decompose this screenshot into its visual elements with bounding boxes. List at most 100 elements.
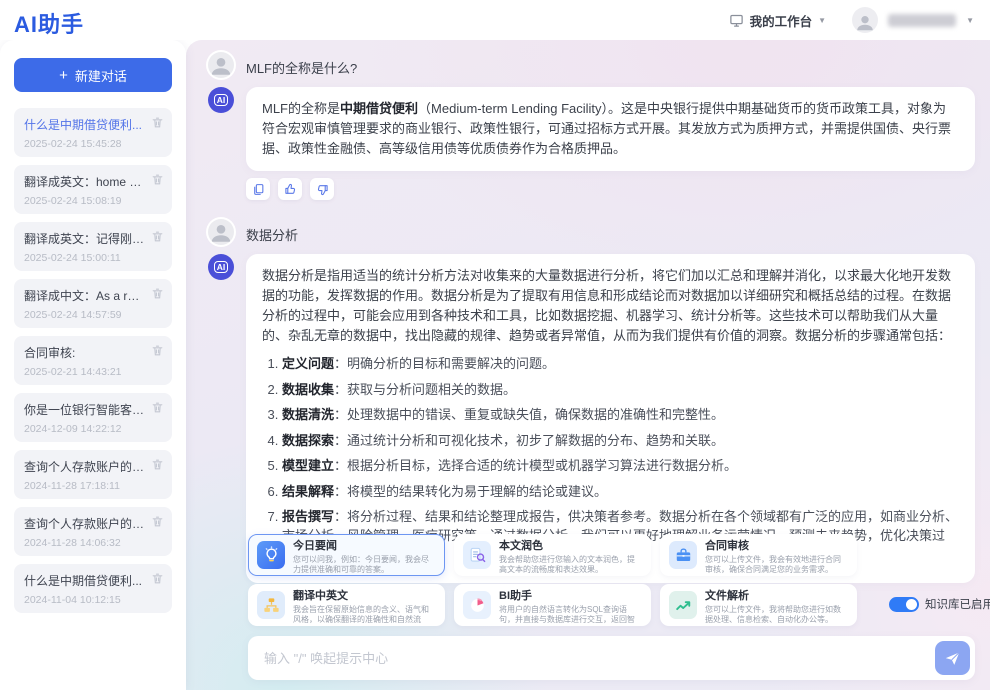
trash-icon (151, 173, 164, 186)
sidebar-panel: + 新建对话 什么是中期借贷便利... 2025-02-24 15:45:28 翻译… (0, 40, 186, 690)
feature-card-description: 将用户的自然语言转化为SQL查询语句，并直接与数据库进行交互，返回智能推荐的图表… (499, 605, 642, 626)
history-item-title: 查询个人存款账户的最新... (24, 515, 146, 532)
person-icon (854, 11, 876, 33)
feature-card-title: 本文润色 (499, 540, 642, 553)
my-workspace-menu[interactable]: 我的工作台 ▼ (729, 11, 826, 30)
feature-card-body: 翻译中英文我会旨在保留原始信息的含义、语气和风格，以确保翻译的准确性和自然流畅。 (293, 590, 436, 620)
feature-card-description: 我会帮助您进行您输入的文本润色，提高文本的流畅度和表达效果。 (499, 555, 642, 575)
file-trend-icon (674, 596, 693, 615)
user-message-row: MLF的全称是什么? (208, 52, 975, 78)
user-message-row: 数据分析 (208, 219, 975, 245)
feature-cards-grid: 今日要闻您可以问我，例如：今日要闻，我会尽力提供准确和可靠的答案。 本文润色我会帮… (248, 534, 857, 626)
feature-card-title: 今日要闻 (293, 540, 436, 553)
bi-pie-chart-icon (463, 591, 491, 619)
feature-card-body: BI助手将用户的自然语言转化为SQL查询语句，并直接与数据库进行交互，返回智能推… (499, 590, 642, 620)
analysis-step: 模型建立：根据分析目标，选择合适的统计模型或机器学习算法进行数据分析。 (282, 456, 959, 475)
history-item-timestamp: 2025-02-24 15:45:28 (24, 138, 146, 150)
history-item[interactable]: 查询个人存款账户的最新... 2024-11-28 14:06:32 (14, 507, 172, 556)
feature-card-4[interactable]: 翻译中英文我会旨在保留原始信息的含义、语气和风格，以确保翻译的准确性和自然流畅。 (248, 584, 445, 626)
history-item[interactable]: 翻译成英文：home home2025-02-24 15:08:19 (14, 165, 172, 214)
translate-flowchart-icon (262, 596, 281, 615)
new-chat-button[interactable]: + 新建对话 (14, 58, 172, 92)
workspace-label: 我的工作台 (750, 11, 813, 30)
history-item-timestamp: 2024-11-28 14:06:32 (24, 537, 146, 549)
feature-card-body: 本文润色我会帮助您进行您输入的文本润色，提高文本的流畅度和表达效果。 (499, 540, 642, 570)
user-avatar[interactable] (852, 7, 878, 33)
delete-conversation-button[interactable] (151, 458, 164, 471)
delete-conversation-button[interactable] (151, 344, 164, 357)
delete-conversation-button[interactable] (151, 515, 164, 528)
feature-card-title: BI助手 (499, 590, 642, 603)
news-bulb-icon (257, 541, 285, 569)
delete-conversation-button[interactable] (151, 230, 164, 243)
assistant-message-column: MLF的全称是中期借贷便利（Medium-term Lending Facili… (246, 87, 975, 210)
delete-conversation-button[interactable] (151, 287, 164, 300)
top-header: AI助手 我的工作台 ▼ ▼ (0, 0, 990, 40)
history-item-title: 翻译成英文：记得刚开始... (24, 230, 146, 247)
assistant-message-card: MLF的全称是中期借贷便利（Medium-term Lending Facili… (246, 87, 975, 171)
chat-scroll-area[interactable]: MLF的全称是什么? AI MLF的全称是中期借贷便利（Medium-term Le… (186, 40, 990, 690)
history-item-timestamp: 2025-02-21 14:43:21 (24, 366, 146, 378)
like-button[interactable] (278, 178, 302, 200)
history-item-timestamp: 2024-12-09 14:22:12 (24, 423, 146, 435)
user-avatar (208, 52, 234, 78)
feature-card-3[interactable]: 合同审核您可以上传文件，我会有效地进行合同审核，确保合同满足您的业务需求。 (660, 534, 857, 576)
history-item-timestamp: 2025-02-24 15:00:11 (24, 252, 146, 264)
analysis-step: 数据探索：通过统计分析和可视化技术，初步了解数据的分布、趋势和关联。 (282, 431, 959, 450)
copy-icon (252, 183, 265, 196)
dislike-button[interactable] (310, 178, 334, 200)
assistant-avatar: AI (208, 254, 234, 280)
history-item[interactable]: 你是一位银行智能客服，...2024-12-09 14:22:12 (14, 393, 172, 442)
assistant-message-text: MLF的全称是中期借贷便利（Medium-term Lending Facili… (262, 99, 959, 159)
history-item-timestamp: 2025-02-24 14:57:59 (24, 309, 146, 321)
feature-card-title: 翻译中英文 (293, 590, 436, 603)
history-item[interactable]: 合同审核: 2025-02-21 14:43:21 (14, 336, 172, 385)
toggle-knob (906, 599, 917, 610)
conversation-history-list: 什么是中期借贷便利... 2025-02-24 15:45:28 翻译成英文：hom… (14, 108, 172, 613)
step-term: 数据收集 (282, 382, 334, 397)
feature-card-body: 文件解析您可以上传文件，我将帮助您进行如数据处理、信息检索、自动化办公等。 (705, 590, 848, 620)
history-item-title: 合同审核: (24, 344, 146, 361)
plus-icon: + (59, 68, 68, 83)
contract-briefcase-icon (674, 546, 693, 565)
step-term: 数据探索 (282, 433, 334, 448)
send-button[interactable] (935, 641, 970, 675)
news-bulb-icon (262, 546, 281, 565)
history-item-title: 查询个人存款账户的最新... (24, 458, 146, 475)
monitor-icon (729, 13, 744, 28)
feature-card-5[interactable]: BI助手将用户的自然语言转化为SQL查询语句，并直接与数据库进行交互，返回智能推… (454, 584, 651, 626)
ai-badge: AI (214, 261, 229, 274)
app-window: AI助手 我的工作台 ▼ ▼ + 新建对话 什么是中期借贷便利... 2025-0… (0, 0, 990, 690)
feature-card-body: 合同审核您可以上传文件，我会有效地进行合同审核，确保合同满足您的业务需求。 (705, 540, 848, 570)
feature-card-1[interactable]: 今日要闻您可以问我，例如：今日要闻，我会尽力提供准确和可靠的答案。 (248, 534, 445, 576)
paper-plane-icon (944, 650, 961, 667)
file-trend-icon (669, 591, 697, 619)
delete-conversation-button[interactable] (151, 572, 164, 585)
history-item[interactable]: 翻译成英文：记得刚开始... 2025-02-24 15:00:11 (14, 222, 172, 271)
feature-card-6[interactable]: 文件解析您可以上传文件，我将帮助您进行如数据处理、信息检索、自动化办公等。 (660, 584, 857, 626)
analysis-step: 数据收集：获取与分析问题相关的数据。 (282, 380, 959, 399)
delete-conversation-button[interactable] (151, 401, 164, 414)
history-item[interactable]: 翻译成中文：As a reader...2025-02-24 14:57:59 (14, 279, 172, 328)
history-item-title: 翻译成英文：home home (24, 173, 146, 190)
delete-conversation-button[interactable] (151, 116, 164, 129)
trash-icon (151, 458, 164, 471)
delete-conversation-button[interactable] (151, 173, 164, 186)
history-item[interactable]: 什么是中期借贷便利... 2025-02-24 15:45:28 (14, 108, 172, 157)
step-term: 定义问题 (282, 356, 334, 371)
history-item[interactable]: 什么是中期借贷便利...2024-11-04 10:12:15 (14, 564, 172, 613)
feature-card-2[interactable]: 本文润色我会帮助您进行您输入的文本润色，提高文本的流畅度和表达效果。 (454, 534, 651, 576)
analysis-step: 数据清洗：处理数据中的错误、重复或缺失值，确保数据的准确性和完整性。 (282, 405, 959, 424)
copy-button[interactable] (246, 178, 270, 200)
history-item-timestamp: 2024-11-04 10:12:15 (24, 594, 146, 606)
history-item[interactable]: 查询个人存款账户的最新... 2024-11-28 17:18:11 (14, 450, 172, 499)
chevron-down-icon[interactable]: ▼ (966, 16, 974, 25)
history-item-timestamp: 2024-11-28 17:18:11 (24, 480, 146, 492)
message-composer (248, 636, 975, 680)
chevron-down-icon: ▼ (818, 16, 826, 25)
step-term: 报告撰写 (282, 509, 334, 524)
history-item-title: 什么是中期借贷便利... (24, 116, 146, 133)
knowledge-toggle-label: 知识库已启用 (925, 596, 990, 612)
knowledge-base-toggle[interactable] (889, 597, 919, 612)
message-input[interactable] (264, 651, 935, 666)
